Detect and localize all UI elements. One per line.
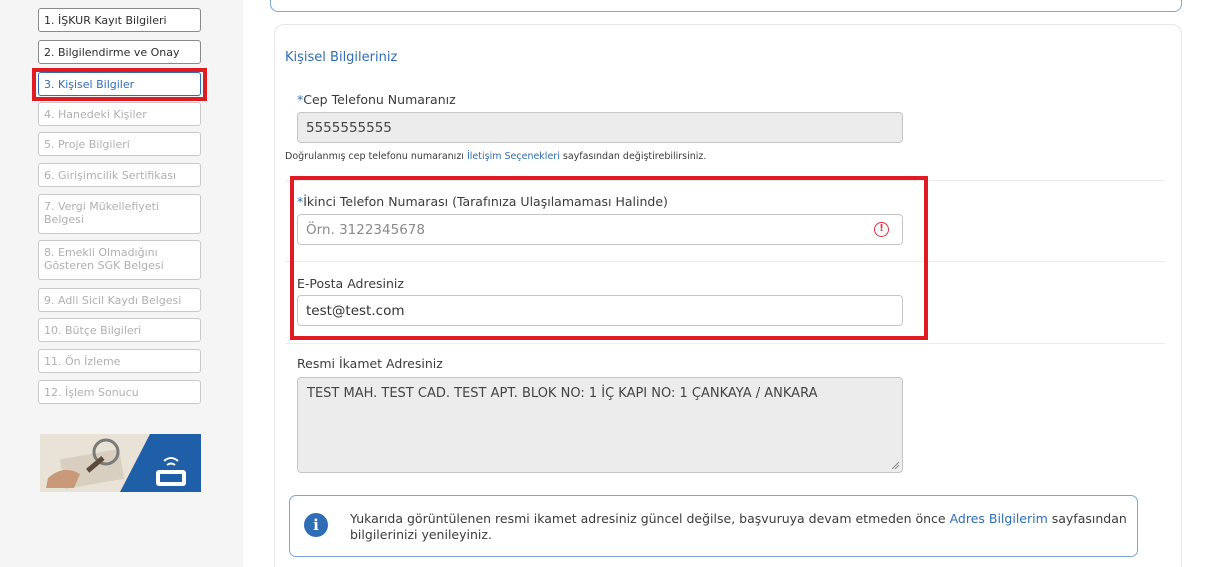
sidebar-highlight-box xyxy=(32,68,207,101)
fields-highlight-box xyxy=(290,176,928,340)
page: 1. İŞKUR Kayıt Bilgileri 2. Bilgilendirm… xyxy=(0,0,1208,567)
step-islem-sonucu[interactable]: 12. İşlem Sonucu xyxy=(38,380,201,404)
previous-card-edge xyxy=(270,0,1182,12)
phone-input[interactable]: 5555555555 xyxy=(297,112,903,143)
helper-text-after: sayfasından değiştirebilirsiniz. xyxy=(559,151,707,162)
resize-grip-icon[interactable] xyxy=(891,461,900,470)
info-text: Yukarıda görüntülenen resmi ikamet adres… xyxy=(350,511,1130,543)
address-textarea[interactable]: TEST MAH. TEST CAD. TEST APT. BLOK NO: 1… xyxy=(297,377,903,473)
phone-helper-text: Doğrulanmış cep telefonu numaranızı İlet… xyxy=(285,151,706,162)
info-text-before: Yukarıda görüntülenen resmi ikamet adres… xyxy=(350,511,950,526)
banner-image-graphic xyxy=(40,434,201,492)
banner-illustration xyxy=(40,434,201,492)
divider xyxy=(285,343,1165,344)
contact-options-link[interactable]: İletişim Seçenekleri xyxy=(467,151,560,162)
section-title: Kişisel Bilgileriniz xyxy=(285,50,398,65)
step-on-izleme[interactable]: 11. Ön İzleme xyxy=(38,349,201,373)
step-vergi-mukellefiyeti[interactable]: 7. Vergi Mükellefiyeti Belgesi xyxy=(38,194,201,234)
address-value: TEST MAH. TEST CAD. TEST APT. BLOK NO: 1… xyxy=(307,386,818,401)
helper-text-before: Doğrulanmış cep telefonu numaranızı xyxy=(285,151,467,162)
step-iskur-kayit[interactable]: 1. İŞKUR Kayıt Bilgileri xyxy=(38,8,201,32)
info-icon: i xyxy=(304,513,328,537)
phone-label: *Cep Telefonu Numaranız xyxy=(297,92,456,107)
step-girisimcilik-sertifikasi[interactable]: 6. Girişimcilik Sertifikası xyxy=(38,163,201,187)
phone-label-text: Cep Telefonu Numaranız xyxy=(303,92,456,107)
step-hanedeki-kisiler[interactable]: 4. Hanedeki Kişiler xyxy=(38,102,201,126)
step-adli-sicil[interactable]: 9. Adli Sicil Kaydı Belgesi xyxy=(38,288,201,312)
step-bilgilendirme-onay[interactable]: 2. Bilgilendirme ve Onay xyxy=(38,40,201,64)
step-emekli-sgk-belgesi[interactable]: 8. Emekli Olmadığını Gösteren SGK Belges… xyxy=(38,240,201,280)
step-butce-bilgileri[interactable]: 10. Bütçe Bilgileri xyxy=(38,318,201,342)
step-proje-bilgileri[interactable]: 5. Proje Bilgileri xyxy=(38,132,201,156)
address-label: Resmi İkamet Adresiniz xyxy=(297,356,443,371)
address-info-link[interactable]: Adres Bilgilerim xyxy=(950,511,1048,526)
